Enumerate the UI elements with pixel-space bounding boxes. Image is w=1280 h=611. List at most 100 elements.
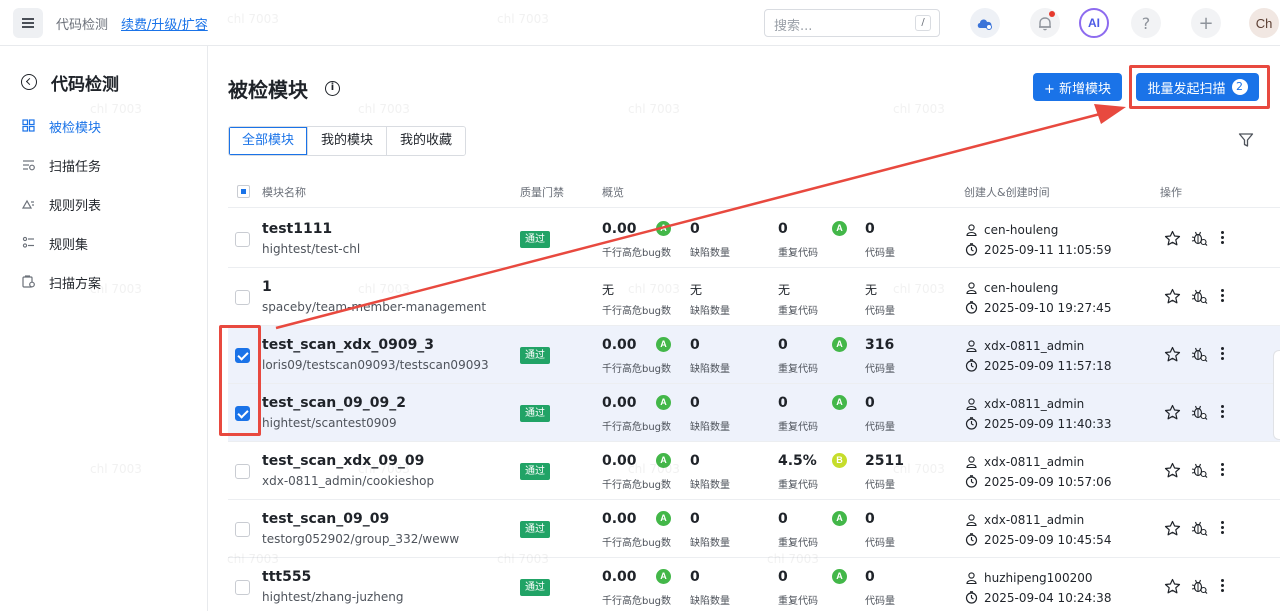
clock-icon (965, 417, 978, 430)
favorite-star-icon[interactable] (1164, 520, 1181, 537)
sidebar-item-modules[interactable]: 被检模块 (21, 114, 101, 138)
metric-defect-value: 0 (690, 337, 700, 353)
module-name-link[interactable]: test_scan_xdx_09_09 (262, 453, 424, 469)
more-options-icon[interactable] (1218, 229, 1226, 247)
favorite-star-icon[interactable] (1164, 462, 1181, 479)
scan-bug-icon[interactable] (1190, 287, 1208, 305)
favorite-star-icon[interactable] (1164, 288, 1181, 305)
scan-bug-icon[interactable] (1190, 229, 1208, 247)
row-checkbox[interactable] (235, 580, 250, 595)
scan-bug-icon[interactable] (1190, 519, 1208, 537)
back-arrow-icon[interactable] (21, 74, 37, 90)
table-row[interactable]: test_scan_xdx_09_09 xdx-0811_admin/cookie… (228, 442, 1280, 500)
cloud-assistant-icon[interactable] (970, 8, 1000, 38)
search-shortcut-key: / (915, 15, 931, 31)
search-input[interactable]: 搜索... / (764, 9, 940, 37)
row-checkbox[interactable] (235, 232, 250, 247)
module-name-link[interactable]: 1 (262, 279, 272, 295)
module-name-link[interactable]: test_scan_xdx_0909_3 (262, 337, 434, 353)
table-row[interactable]: test1111 hightest/test-chl 通过 0.00 千行高危bug数 A… (228, 210, 1280, 268)
row-checkbox[interactable] (235, 290, 250, 305)
more-options-icon[interactable] (1218, 345, 1226, 363)
filter-icon[interactable] (1238, 132, 1254, 148)
plus-icon[interactable]: + (1191, 8, 1221, 38)
module-name-link[interactable]: test1111 (262, 221, 332, 237)
notification-bell-icon[interactable] (1030, 8, 1060, 38)
sidebar-item-label: 扫描方案 (49, 276, 102, 292)
grade-badge: A (656, 511, 671, 526)
info-icon[interactable]: i (325, 81, 340, 96)
quality-gate-badge: 通过 (520, 521, 550, 538)
metric-defect-value: 0 (690, 221, 700, 237)
more-options-icon[interactable] (1218, 519, 1226, 537)
grade-badge: A (832, 337, 847, 352)
row-checkbox[interactable] (235, 406, 250, 421)
more-options-icon[interactable] (1218, 403, 1226, 421)
renew-upgrade-link[interactable]: 续费/升级/扩容 (121, 14, 208, 33)
scan-bug-icon[interactable] (1190, 577, 1208, 595)
tab-my-favorites[interactable]: 我的收藏 (386, 127, 466, 155)
grade-badge: A (656, 453, 671, 468)
row-checkbox[interactable] (235, 522, 250, 537)
menu-button[interactable] (13, 8, 43, 38)
select-all-checkbox[interactable] (237, 185, 250, 198)
favorite-star-icon[interactable] (1164, 230, 1181, 247)
favorite-star-icon[interactable] (1164, 346, 1181, 363)
add-module-button[interactable]: + 新增模块 (1033, 73, 1122, 101)
batch-scan-button[interactable]: 批量发起扫描 2 (1136, 73, 1259, 101)
created-time: 2025-09-09 11:40:33 (984, 417, 1112, 431)
module-tabs: 全部模块 我的模块 我的收藏 (228, 126, 467, 156)
table-row[interactable]: test_scan_xdx_0909_3 loris09/testscan0909… (228, 326, 1280, 384)
row-checkbox[interactable] (235, 464, 250, 479)
ai-assistant-button[interactable]: AI (1079, 8, 1109, 38)
top-breadcrumb[interactable]: 代码检测 (56, 14, 108, 33)
grade-badge: A (656, 395, 671, 410)
sidebar: 代码检测 被检模块 扫描任务 规则列表 规则集 扫描方案 (0, 46, 208, 611)
favorite-star-icon[interactable] (1164, 578, 1181, 595)
table-row[interactable]: ttt555 hightest/zhang-juzheng 通过 0.00 千行高危bu… (228, 558, 1280, 611)
help-icon[interactable]: ? (1131, 8, 1161, 38)
row-checkbox[interactable] (235, 348, 250, 363)
metric-dup-value: 4.5% (778, 453, 817, 469)
more-options-icon[interactable] (1218, 461, 1226, 479)
sidebar-item-scan-tasks[interactable]: 扫描任务 (21, 153, 101, 177)
more-options-icon[interactable] (1218, 287, 1226, 305)
header-overview: 概览 (602, 186, 624, 199)
watermark-text: chl 7003 (893, 102, 945, 116)
tab-my-modules[interactable]: 我的模块 (307, 127, 387, 155)
user-icon (966, 224, 977, 237)
metric-loc-label: 代码量 (865, 364, 895, 375)
user-icon (966, 514, 977, 527)
metric-defect-label: 缺陷数量 (690, 480, 730, 491)
metric-bug-value: 0.00 (602, 395, 637, 411)
sidebar-item-rule-list[interactable]: 规则列表 (21, 192, 101, 216)
module-name-link[interactable]: ttt555 (262, 569, 311, 585)
sidebar-item-scan-plan[interactable]: 扫描方案 (21, 270, 101, 294)
scan-plan-icon (21, 275, 35, 289)
scan-bug-icon[interactable] (1190, 461, 1208, 479)
table-row[interactable]: test_scan_09_09_2 hightest/scantest0909 通过… (228, 384, 1280, 442)
module-name-link[interactable]: test_scan_09_09_2 (262, 395, 406, 411)
metric-loc-value: 2511 (865, 453, 904, 469)
tab-all-modules[interactable]: 全部模块 (229, 127, 308, 155)
table-row[interactable]: 1 spaceby/team-member-management 无千行高危bug数… (228, 268, 1280, 326)
sidebar-item-ruleset[interactable]: 规则集 (21, 231, 88, 255)
metric-bug-value: 0.00 (602, 337, 637, 353)
quality-gate-badge: 通过 (520, 463, 550, 480)
creator-name: cen-houleng (984, 281, 1059, 295)
user-avatar[interactable]: Ch (1249, 8, 1279, 38)
scan-bug-icon[interactable] (1190, 345, 1208, 363)
metric-defect-label: 缺陷数量 (690, 364, 730, 375)
scan-bug-icon[interactable] (1190, 403, 1208, 421)
metric-dup-value: 0 (778, 337, 788, 353)
module-name-link[interactable]: test_scan_09_09 (262, 511, 389, 527)
table-row[interactable]: test_scan_09_09 testorg052902/group_332/w… (228, 500, 1280, 558)
favorite-star-icon[interactable] (1164, 404, 1181, 421)
metric-bug-label: 千行高危bug数 (602, 306, 672, 317)
more-options-icon[interactable] (1218, 577, 1226, 595)
side-panel-handle[interactable] (1273, 350, 1280, 440)
creator-name: xdx-0811_admin (984, 397, 1085, 411)
search-placeholder: 搜索... (774, 19, 813, 34)
metric-loc-label: 代码量 (865, 248, 895, 259)
metric-dup-value: 0 (778, 221, 788, 237)
